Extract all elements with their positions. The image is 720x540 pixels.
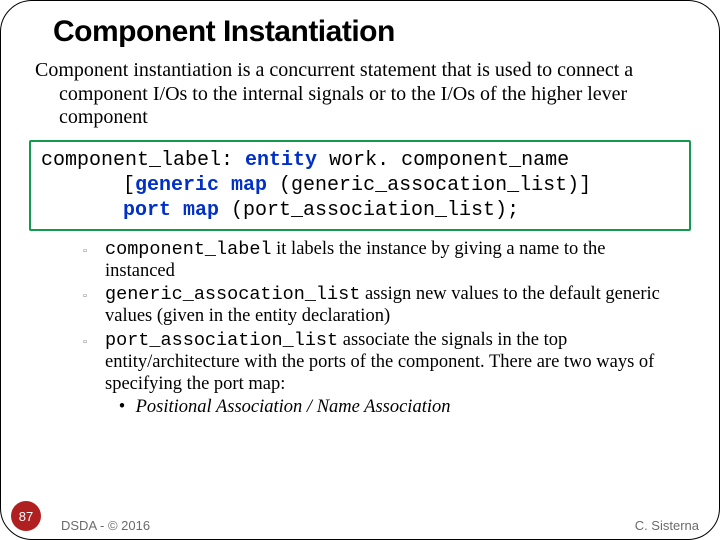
slide-title: Component Instantiation bbox=[53, 15, 695, 49]
bullet-text: port_association_list associate the sign… bbox=[105, 330, 675, 418]
code-line-1: component_label: entity work. component_… bbox=[41, 148, 679, 173]
bullet-item: ▫ port_association_list associate the si… bbox=[83, 330, 675, 418]
bullet-item: ▫ component_label it labels the instance… bbox=[83, 239, 675, 283]
bullet-marker-icon: ▫ bbox=[83, 239, 105, 283]
code-l1b: work. component_name bbox=[317, 149, 569, 172]
code-line-3: port map (port_association_list); bbox=[41, 198, 679, 223]
page-number-badge: 87 bbox=[11, 501, 41, 531]
bullet-text: generic_assocation_list assign new value… bbox=[105, 284, 675, 328]
bullet-list: ▫ component_label it labels the instance… bbox=[83, 239, 675, 419]
slide-frame: Component Instantiation Component instan… bbox=[0, 0, 720, 540]
code-l2b: (generic_assocation_list)] bbox=[267, 174, 591, 197]
bullet-marker-icon: ▫ bbox=[83, 330, 105, 418]
footer-right: C. Sisterna bbox=[635, 518, 699, 533]
bullet-code: port_association_list bbox=[105, 330, 338, 351]
code-box: component_label: entity work. component_… bbox=[29, 140, 691, 231]
lead-text: Component instantiation is a concurrent … bbox=[35, 59, 687, 130]
sub-bullet-text: Positional Association / Name Associatio… bbox=[136, 397, 451, 417]
bullet-text: component_label it labels the instance b… bbox=[105, 239, 675, 283]
bullet-code: generic_assocation_list bbox=[105, 284, 360, 305]
code-l3b: (port_association_list); bbox=[219, 199, 519, 222]
lead-paragraph: Component instantiation is a concurrent … bbox=[25, 59, 695, 130]
code-l2a: [ bbox=[123, 174, 135, 197]
bullet-marker-icon: ▫ bbox=[83, 284, 105, 328]
code-l2-kw: generic map bbox=[135, 174, 267, 197]
bullet-code: component_label bbox=[105, 239, 272, 260]
sub-bullet: • Positional Association / Name Associat… bbox=[105, 397, 675, 419]
sub-bullet-marker-icon: • bbox=[113, 397, 131, 419]
code-line-2: [generic map (generic_assocation_list)] bbox=[41, 173, 679, 198]
bullet-item: ▫ generic_assocation_list assign new val… bbox=[83, 284, 675, 328]
code-l1-kw: entity bbox=[245, 149, 317, 172]
code-l1a: component_label: bbox=[41, 149, 245, 172]
footer-left: DSDA - © 2016 bbox=[61, 518, 150, 533]
code-l3-kw: port map bbox=[123, 199, 219, 222]
